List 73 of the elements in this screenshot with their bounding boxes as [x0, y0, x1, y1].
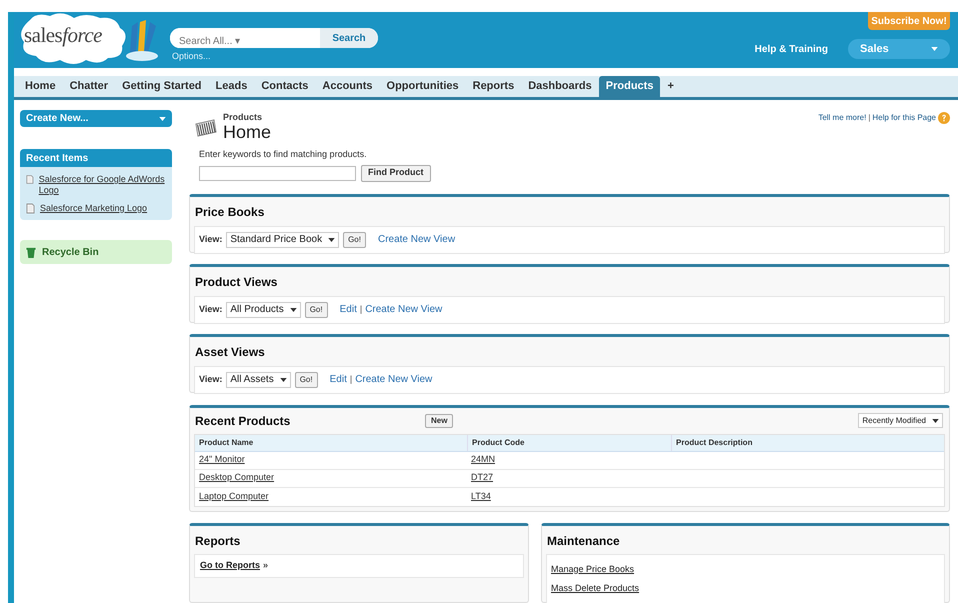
product-link[interactable]: Laptop Computer: [199, 490, 269, 504]
new-button[interactable]: New: [425, 414, 454, 428]
section-title: Asset Views: [195, 344, 266, 360]
column-header: Product Code: [467, 434, 671, 450]
view-dropdown[interactable]: All Assets: [226, 372, 291, 388]
product-code-link[interactable]: 24MN: [471, 453, 496, 467]
product-link[interactable]: Desktop Computer: [199, 471, 274, 485]
section-title: Price Books: [195, 204, 266, 220]
view-dropdown[interactable]: Standard Price Book: [226, 232, 340, 248]
help-icon[interactable]: [938, 112, 950, 124]
nav-tab[interactable]: Chatter: [62, 76, 116, 97]
caret-icon: [280, 378, 287, 382]
view-label: View:: [199, 232, 222, 246]
section-title: Maintenance: [547, 532, 621, 550]
link-separator: |: [868, 112, 870, 124]
find-product-button[interactable]: Find Product: [361, 164, 430, 182]
barcode-icon: [195, 118, 217, 138]
section-title: Reports: [195, 532, 242, 550]
document-icon: [26, 203, 35, 214]
chevron-text: »: [263, 558, 268, 572]
recent-item-link[interactable]: Salesforce Marketing Logo: [40, 203, 148, 214]
go-button[interactable]: Go!: [294, 372, 318, 388]
nav-tab[interactable]: Dashboards: [521, 76, 599, 97]
caret-icon: [932, 418, 939, 422]
help-link[interactable]: Help for this Page: [872, 112, 936, 124]
nav-tab[interactable]: Reports: [466, 76, 522, 97]
recycle-bin-link[interactable]: Recycle Bin: [42, 244, 99, 260]
panel-title: Recent Items: [20, 149, 172, 167]
product-search-field[interactable]: [199, 166, 356, 180]
caret-icon: [290, 308, 297, 312]
nav-tab[interactable]: Accounts: [315, 76, 380, 97]
page-title: Home: [223, 122, 272, 142]
product-code-link[interactable]: LT34: [471, 490, 491, 504]
view-dropdown[interactable]: All Products: [226, 302, 301, 318]
view-link[interactable]: Create New View: [355, 372, 432, 387]
link-separator: |: [358, 302, 364, 316]
caret-icon: [328, 238, 336, 242]
search-hint: Enter keywords to find matching products.: [199, 148, 368, 161]
column-header: Product Name: [198, 436, 254, 448]
section-title: Product Views: [195, 274, 278, 290]
nav-tab[interactable]: +: [660, 76, 681, 97]
nav-tab[interactable]: Getting Started: [115, 76, 209, 97]
view-link[interactable]: Create New View: [378, 232, 456, 247]
document-icon: [26, 174, 34, 185]
nav-tab[interactable]: Opportunities: [380, 76, 466, 97]
view-label: View:: [199, 372, 222, 386]
maintenance-link[interactable]: Manage Price Books: [551, 562, 940, 576]
nav-tab[interactable]: Contacts: [254, 76, 316, 97]
search-button[interactable]: Search: [320, 28, 378, 48]
breadcrumb: Products: [223, 112, 264, 122]
product-code-link[interactable]: DT27: [471, 471, 494, 485]
sort-dropdown[interactable]: Recently Modified: [858, 413, 943, 428]
product-link[interactable]: 24" Monitor: [199, 453, 245, 467]
nav-tab[interactable]: Home: [18, 76, 63, 97]
section-title: Recent Products: [195, 412, 292, 430]
go-button[interactable]: Go!: [343, 232, 366, 248]
maintenance-link[interactable]: Mass Delete Products: [551, 582, 940, 596]
reports-link[interactable]: Go to Reports: [200, 558, 260, 572]
link-separator: |: [348, 372, 354, 386]
view-link[interactable]: Edit: [330, 372, 347, 387]
view-label: View:: [199, 302, 222, 316]
nav-tab[interactable]: Products: [598, 76, 660, 97]
view-link[interactable]: Create New View: [365, 302, 442, 317]
help-link[interactable]: Tell me more!: [818, 112, 866, 124]
logo-text: salesforce: [24, 22, 102, 49]
nav-tab[interactable]: Leads: [208, 76, 254, 97]
recent-item-link[interactable]: Salesforce for Google AdWords Logo: [38, 174, 166, 196]
caret-icon: [159, 116, 166, 120]
trash-icon: [26, 246, 36, 258]
caret-icon: [931, 47, 938, 51]
go-button[interactable]: Go!: [304, 302, 328, 318]
column-header: Product Description: [671, 434, 944, 450]
view-link[interactable]: Edit: [340, 302, 357, 317]
